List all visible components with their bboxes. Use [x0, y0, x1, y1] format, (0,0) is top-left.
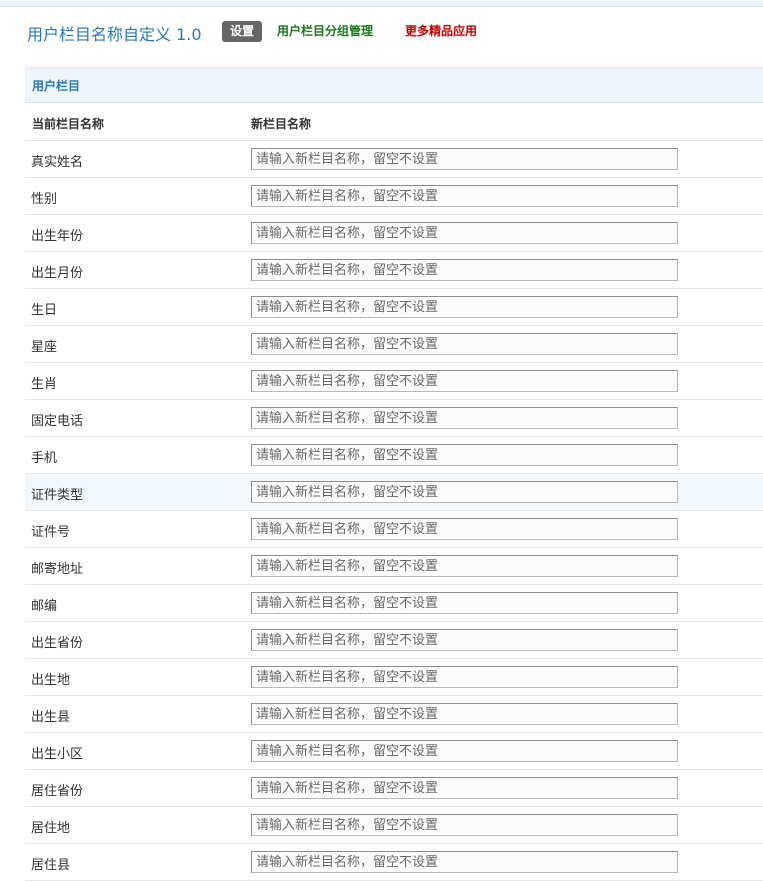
field-label: 出生月份 [31, 266, 84, 281]
table-row: 邮编 [25, 585, 763, 622]
new-name-input[interactable] [251, 148, 678, 170]
table-row: 性别 [25, 178, 763, 215]
table-row: 居住省份 [25, 770, 763, 807]
column-header-new-name: 新栏目名称 [251, 117, 312, 131]
field-label: 固定电话 [31, 414, 84, 429]
field-label: 出生省份 [31, 636, 84, 651]
field-label: 出生县 [31, 710, 71, 725]
table-row: 手机 [25, 437, 763, 474]
page-header: 用户栏目名称自定义 1.0 设置 用户栏目分组管理 更多精品应用 [0, 6, 763, 58]
table-row: 生日 [25, 289, 763, 326]
column-header-current-name: 当前栏目名称 [32, 117, 105, 131]
table-row: 固定电话 [25, 400, 763, 437]
table-row: 星座 [25, 326, 763, 363]
field-label: 性别 [31, 192, 58, 207]
field-label: 生肖 [31, 377, 58, 392]
field-label: 证件类型 [31, 488, 84, 503]
new-name-input[interactable] [251, 481, 678, 503]
new-name-input[interactable] [251, 814, 678, 836]
new-name-input[interactable] [251, 444, 678, 466]
field-label: 居住县 [31, 858, 71, 873]
tab-settings[interactable]: 设置 [222, 21, 263, 42]
new-name-input[interactable] [251, 740, 678, 762]
field-label: 出生地 [31, 673, 71, 688]
table-row: 出生小区 [25, 733, 763, 770]
new-name-input[interactable] [251, 777, 678, 799]
new-name-input[interactable] [251, 592, 678, 614]
new-name-input[interactable] [251, 629, 678, 651]
new-name-input[interactable] [251, 555, 678, 577]
table-row: 证件号 [25, 511, 763, 548]
table-row: 生肖 [25, 363, 763, 400]
new-name-input[interactable] [251, 407, 678, 429]
field-label: 出生小区 [31, 747, 84, 762]
new-name-input[interactable] [251, 333, 678, 355]
field-label: 生日 [31, 303, 58, 318]
table-row: 证件类型 [25, 474, 763, 511]
new-name-input[interactable] [251, 518, 678, 540]
new-name-input[interactable] [251, 296, 678, 318]
new-name-input[interactable] [251, 259, 678, 281]
new-name-input[interactable] [251, 222, 678, 244]
table-row: 出生县 [25, 696, 763, 733]
table-row: 真实姓名 [25, 141, 763, 178]
field-label: 真实姓名 [31, 155, 84, 170]
new-name-input[interactable] [251, 703, 678, 725]
table-row: 邮寄地址 [25, 548, 763, 585]
link-more-apps[interactable]: 更多精品应用 [405, 21, 477, 42]
section-title: 用户栏目 [32, 79, 81, 93]
field-label: 邮编 [31, 599, 58, 614]
table-header: 当前栏目名称 新栏目名称 [25, 104, 763, 141]
field-label: 邮寄地址 [31, 562, 84, 577]
table-row: 出生年份 [25, 215, 763, 252]
new-name-input[interactable] [251, 370, 678, 392]
link-group-manage[interactable]: 用户栏目分组管理 [277, 21, 373, 42]
field-list: 真实姓名性别出生年份出生月份生日星座生肖固定电话手机证件类型证件号邮寄地址邮编出… [25, 141, 763, 881]
table-row: 出生地 [25, 659, 763, 696]
new-name-input[interactable] [251, 851, 678, 873]
field-label: 居住省份 [31, 784, 84, 799]
table-row: 出生月份 [25, 252, 763, 289]
field-label: 出生年份 [31, 229, 84, 244]
field-label: 手机 [31, 451, 58, 466]
new-name-input[interactable] [251, 185, 678, 207]
section-header: 用户栏目 [25, 67, 763, 103]
field-label: 星座 [31, 340, 58, 355]
field-label: 证件号 [31, 525, 71, 540]
table-row: 出生省份 [25, 622, 763, 659]
field-label: 居住地 [31, 821, 71, 836]
new-name-input[interactable] [251, 666, 678, 688]
app-title: 用户栏目名称自定义 1.0 [27, 25, 202, 44]
table-row: 居住地 [25, 807, 763, 844]
table-row: 居住县 [25, 844, 763, 881]
